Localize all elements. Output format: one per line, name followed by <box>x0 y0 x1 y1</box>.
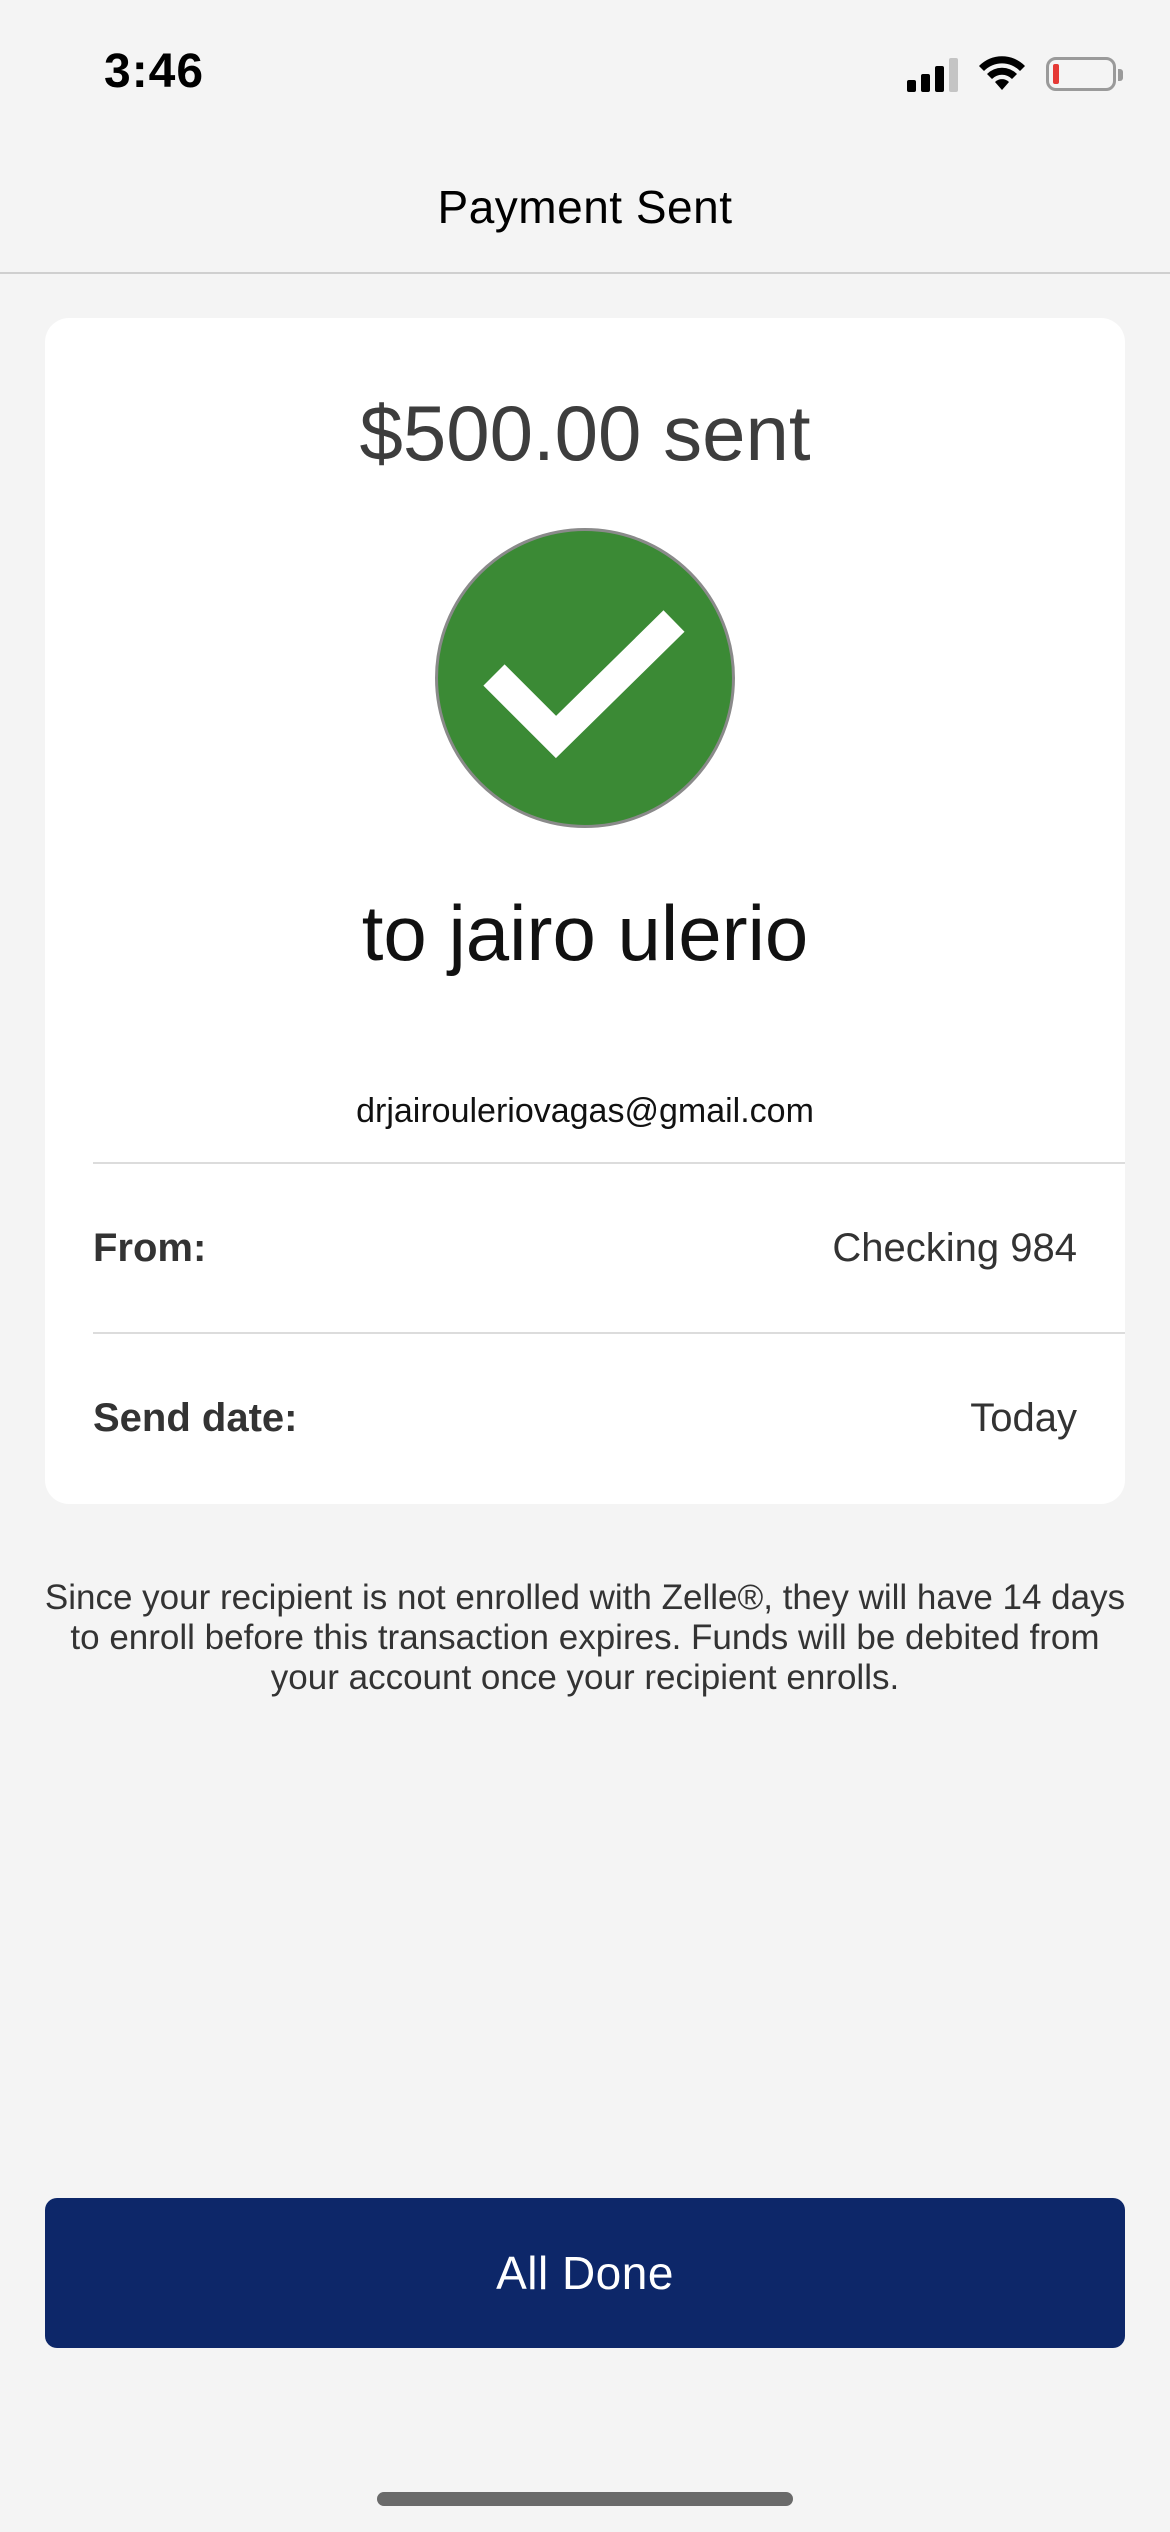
checkmark-icon <box>483 610 685 759</box>
recipient-email: drjairouleriovagas@gmail.com <box>356 1092 814 1130</box>
page-title: Payment Sent <box>437 181 733 233</box>
status-icons <box>907 52 1123 96</box>
from-label: From: <box>93 1226 207 1270</box>
send-date-label: Send date: <box>93 1396 298 1440</box>
payment-summary-card: $500.00 sent to jairo ulerio drjairouler… <box>45 318 1125 1504</box>
divider <box>93 1332 1125 1334</box>
nav-header: Payment Sent <box>0 150 1170 274</box>
recipient-name: to jairo ulerio <box>361 889 809 977</box>
send-date-value: Today <box>970 1396 1077 1440</box>
status-time: 3:46 <box>104 45 205 98</box>
all-done-button[interactable]: All Done <box>45 2198 1125 2348</box>
success-checkmark-icon <box>435 528 735 828</box>
divider <box>93 1162 1125 1164</box>
from-account-value: Checking 984 <box>832 1226 1077 1270</box>
battery-level <box>1053 64 1059 84</box>
battery-icon <box>1046 57 1123 91</box>
wifi-icon <box>979 56 1025 90</box>
amount-sent: $500.00 sent <box>359 389 811 477</box>
signal-icon <box>907 56 958 92</box>
payment-sent-screen: 3:46 Payment Sent $500.00 sent to jairo … <box>0 0 1170 2532</box>
status-bar: 3:46 <box>0 0 1170 150</box>
home-indicator[interactable] <box>377 2492 793 2506</box>
enrollment-notice: Since your recipient is not enrolled wit… <box>44 1578 1126 1697</box>
